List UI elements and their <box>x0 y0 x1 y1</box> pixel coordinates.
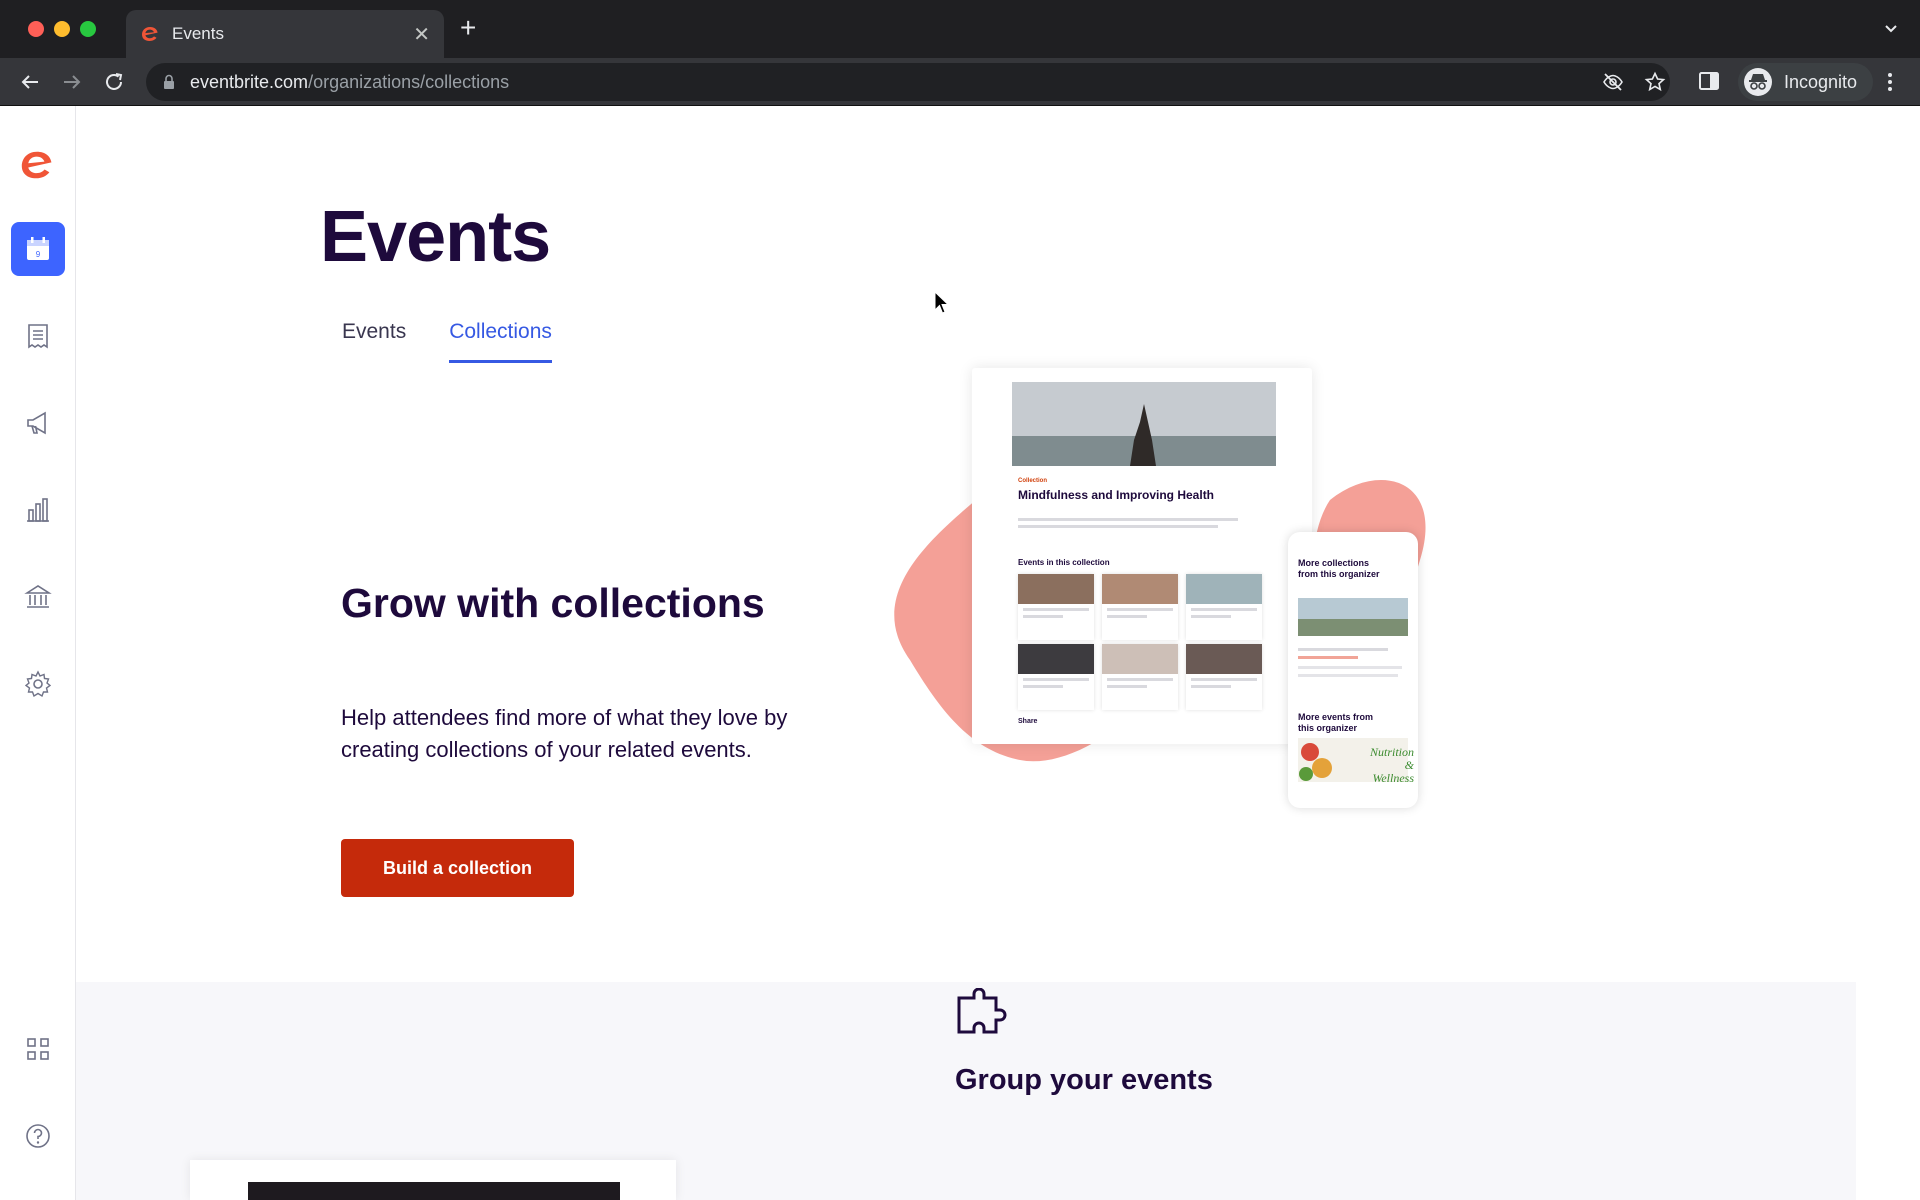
phone-heading-collections: More collections from this organizer <box>1298 558 1380 579</box>
sidebar-item-events[interactable]: 9 <box>11 222 65 276</box>
mock-event-card <box>1018 574 1094 640</box>
browser-menu-icon[interactable] <box>1882 70 1898 94</box>
tab-close-icon[interactable]: ✕ <box>413 22 430 47</box>
phone-collection-image <box>1298 598 1408 636</box>
sidebar-item-finance[interactable] <box>11 570 65 624</box>
mock-section-label: Events in this collection <box>1018 558 1110 567</box>
url-text: eventbrite.com/organizations/collections <box>190 72 509 93</box>
eventbrite-logo-icon[interactable] <box>18 146 56 184</box>
side-panel-icon[interactable] <box>1698 70 1720 92</box>
browser-tab-bar: Events ✕ + <box>0 0 1920 58</box>
mock-event-card <box>1186 644 1262 710</box>
mock-event-card <box>1102 644 1178 710</box>
mock-hero-image <box>1012 382 1276 466</box>
eye-slash-icon[interactable] <box>1602 71 1624 93</box>
mock-share-label: Share <box>1018 718 1038 725</box>
mock-event-card <box>1186 574 1262 640</box>
hero-title: Grow with collections <box>341 580 765 626</box>
band-title: Group your events <box>955 1064 1213 1096</box>
collection-page-mockup: Collection Mindfulness and Improving Hea… <box>972 368 1312 744</box>
tab-collections[interactable]: Collections <box>449 320 552 363</box>
address-bar[interactable]: eventbrite.com/organizations/collections <box>146 63 1670 101</box>
incognito-icon <box>1744 68 1772 96</box>
puzzle-piece-icon <box>957 988 1007 1034</box>
orders-icon <box>28 324 48 349</box>
build-collection-button[interactable]: Build a collection <box>341 839 574 897</box>
tab-title: Events <box>172 24 224 43</box>
page-tabs: Events Collections <box>342 320 552 363</box>
hero-description: Help attendees find more of what they lo… <box>341 705 788 762</box>
megaphone-icon <box>27 411 46 435</box>
sidebar-item-help[interactable] <box>11 1109 65 1163</box>
incognito-profile-button[interactable]: Incognito <box>1738 63 1874 101</box>
browser-toolbar: eventbrite.com/organizations/collections… <box>0 58 1920 106</box>
mock-event-card <box>1102 574 1178 640</box>
reload-icon[interactable] <box>102 70 126 94</box>
sidebar-item-reports[interactable] <box>11 483 65 537</box>
bar-chart-icon <box>27 498 49 522</box>
band-mockup <box>190 1160 676 1200</box>
bookmark-star-icon[interactable] <box>1644 71 1666 93</box>
minimize-window-button[interactable] <box>54 21 70 37</box>
page-title: Events <box>320 197 551 277</box>
sidebar-item-orders[interactable] <box>11 309 65 363</box>
forward-arrow-icon[interactable] <box>60 70 84 94</box>
close-window-button[interactable] <box>28 21 44 37</box>
tab-events[interactable]: Events <box>342 320 406 363</box>
new-tab-button[interactable]: + <box>460 14 476 42</box>
phone-image-text: Nutrition & Wellness <box>1369 745 1414 785</box>
url-host: eventbrite.com <box>190 72 309 92</box>
sidebar-item-marketing[interactable] <box>11 396 65 450</box>
tab-search-chevron-icon[interactable] <box>1884 22 1898 36</box>
phone-heading-events: More events from this organizer <box>1298 712 1374 733</box>
phone-mockup: More collections from this organizer Mor… <box>1288 532 1418 808</box>
mouse-cursor-icon <box>934 291 950 314</box>
mock-event-card <box>1018 644 1094 710</box>
gear-icon <box>24 670 52 698</box>
calendar-icon: 9 <box>27 237 49 260</box>
maximize-window-button[interactable] <box>80 21 96 37</box>
svg-text:9: 9 <box>36 250 41 259</box>
mock-kicker: Collection <box>1018 478 1048 484</box>
help-icon <box>26 1124 50 1148</box>
eventbrite-favicon-icon <box>142 27 158 41</box>
incognito-label: Incognito <box>1784 71 1858 92</box>
bank-icon <box>24 585 52 608</box>
sidebar-item-settings[interactable] <box>11 657 65 711</box>
sidebar-item-apps[interactable] <box>11 1022 65 1076</box>
lock-icon[interactable] <box>162 74 176 90</box>
back-arrow-icon[interactable] <box>18 70 42 94</box>
browser-tab[interactable]: Events ✕ <box>126 10 444 58</box>
apps-grid-icon <box>27 1038 49 1060</box>
app-sidebar: 9 <box>0 106 76 1200</box>
url-path: /organizations/collections <box>308 72 510 92</box>
mock-collection-title: Mindfulness and Improving Health <box>1018 488 1215 502</box>
